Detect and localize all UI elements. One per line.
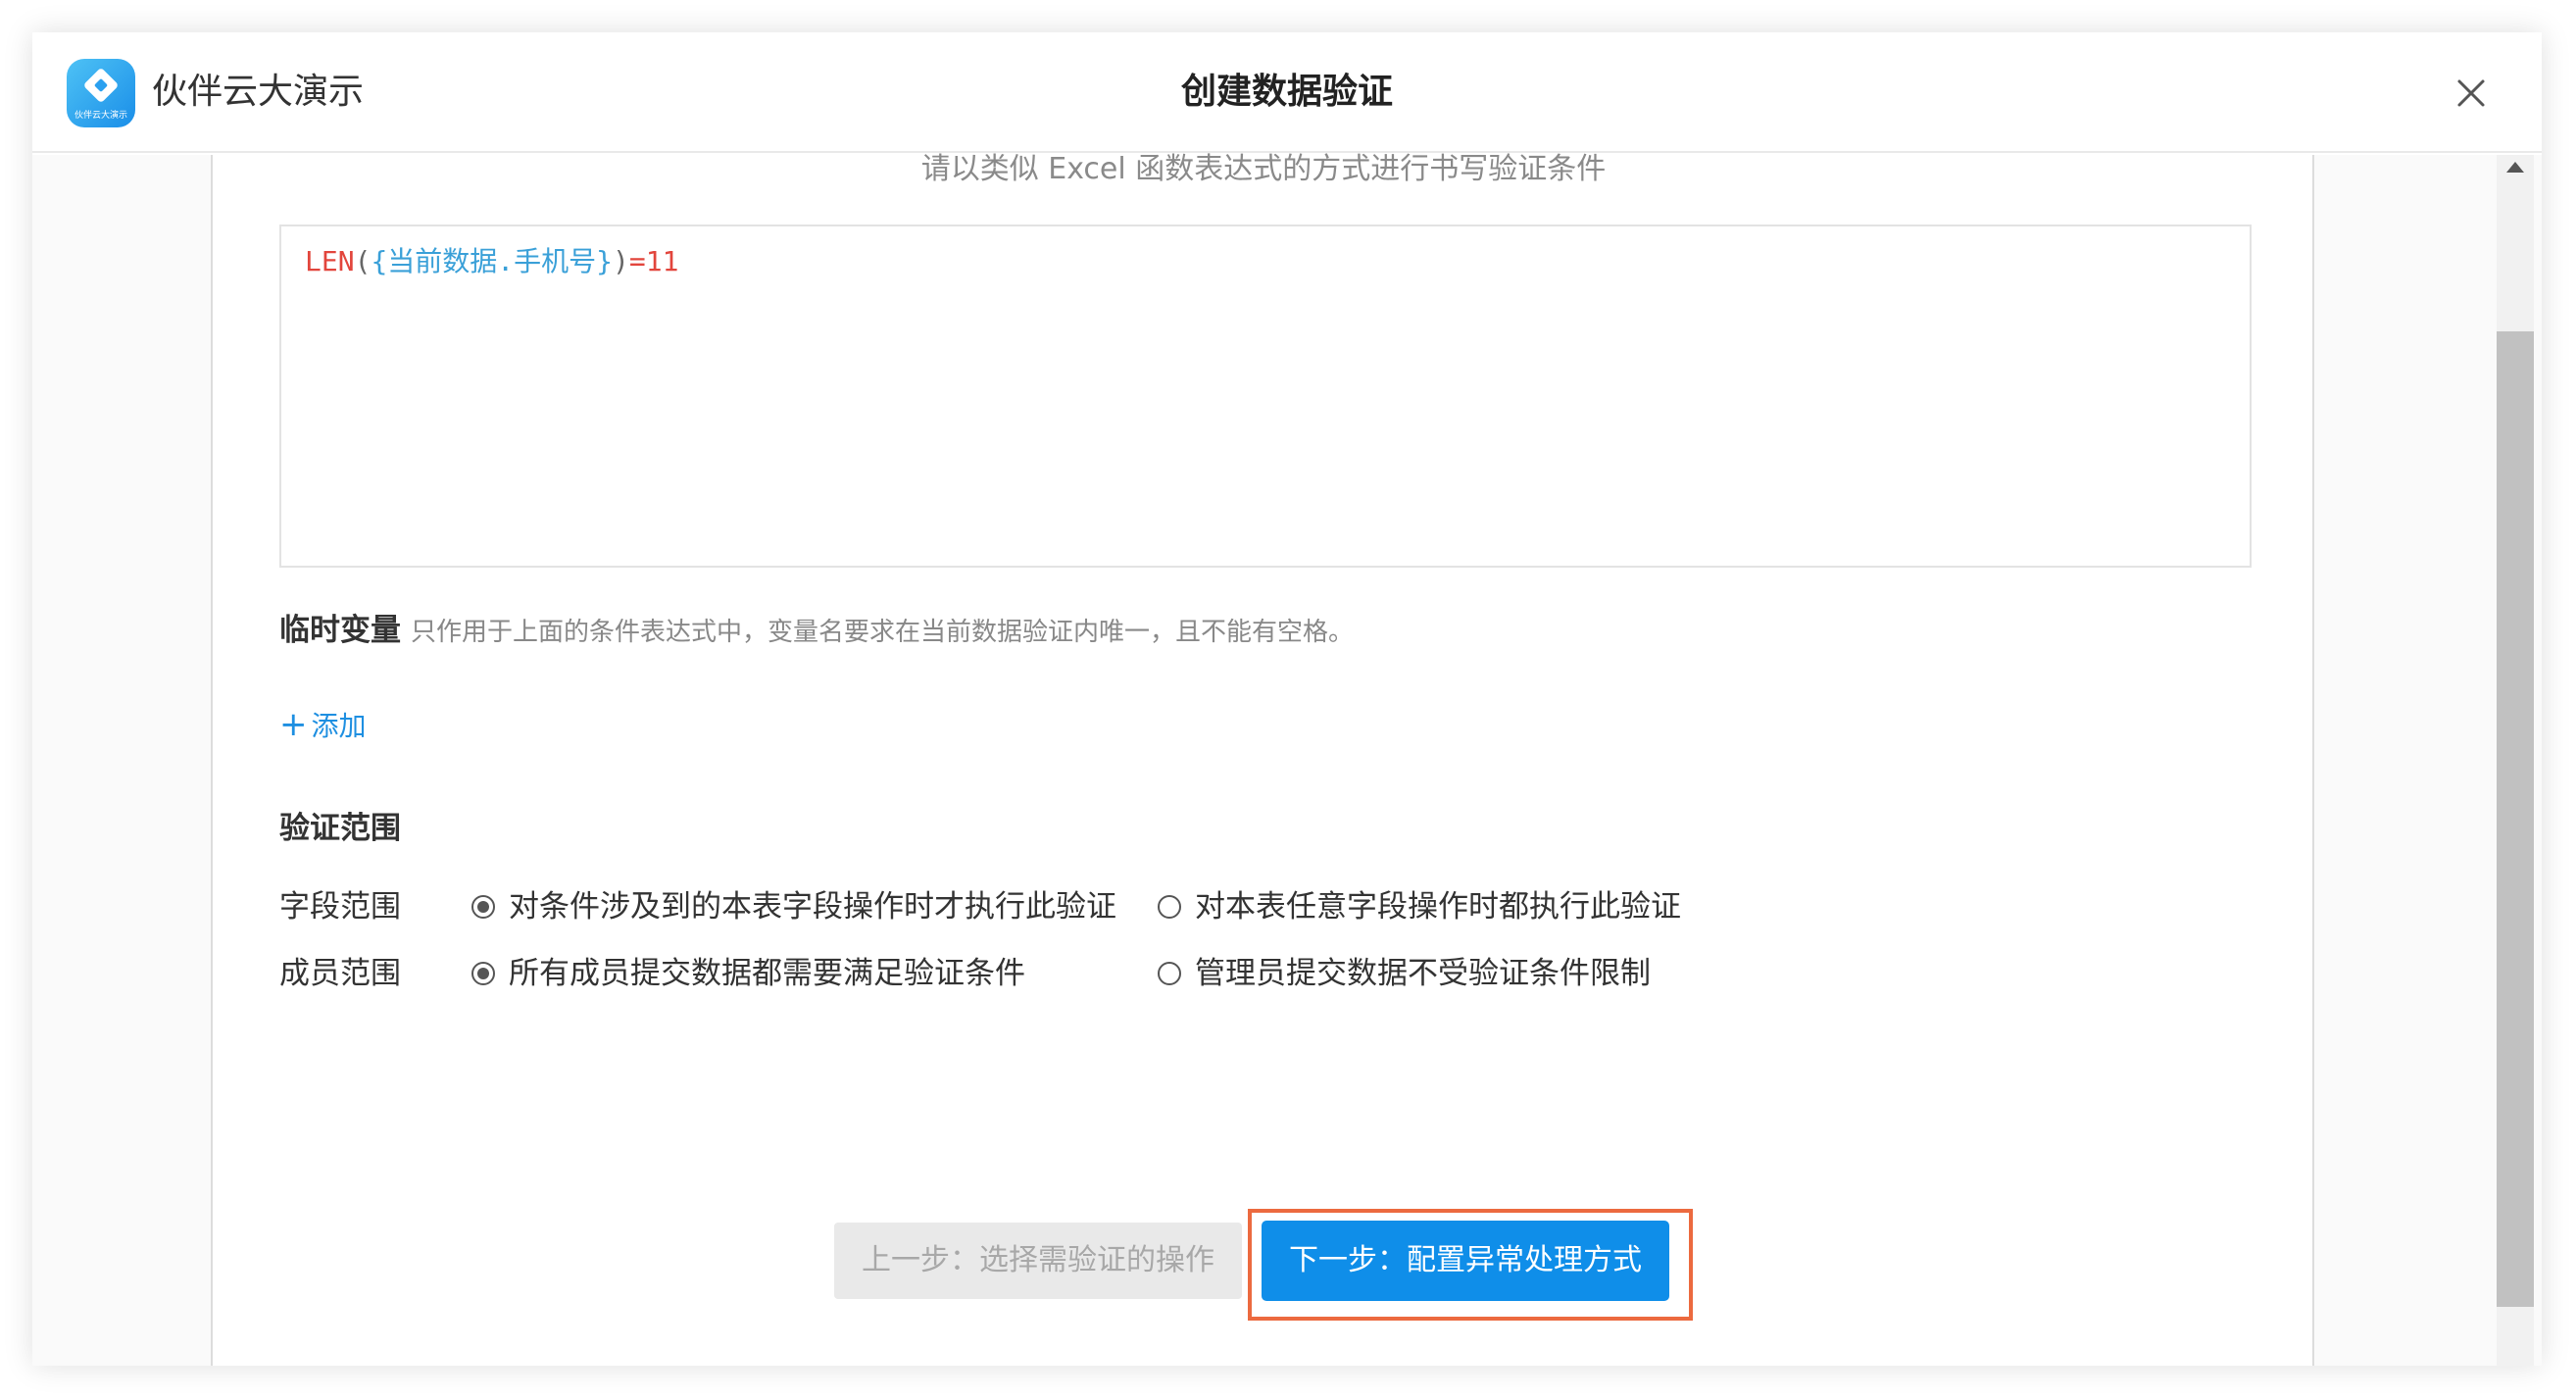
member-scope-option-all[interactable]: 所有成员提交数据都需要满足验证条件 [471, 952, 1025, 995]
left-gutter [32, 155, 213, 1366]
close-icon[interactable] [2452, 74, 2491, 113]
radio-unselected-icon [1158, 895, 1181, 919]
member-scope-option-admin-exempt[interactable]: 管理员提交数据不受验证条件限制 [1158, 952, 1651, 995]
formula-paren-close: ) [613, 245, 629, 277]
previous-step-button[interactable]: 上一步：选择需验证的操作 [834, 1223, 1242, 1299]
radio-label: 对条件涉及到的本表字段操作时才执行此验证 [509, 889, 1116, 925]
next-step-button[interactable]: 下一步：配置异常处理方式 [1262, 1221, 1669, 1301]
plus-icon: + [279, 705, 308, 744]
radio-unselected-icon [1158, 962, 1181, 985]
add-variable-label: 添加 [311, 710, 367, 742]
member-scope-label: 成员范围 [279, 956, 401, 991]
add-variable-button[interactable]: + 添加 [279, 705, 367, 746]
radio-label: 所有成员提交数据都需要满足验证条件 [509, 956, 1025, 991]
formula-editor[interactable]: LEN({当前数据.手机号})=11 [279, 225, 2252, 568]
formula-field-reference: 当前数据.手机号 [387, 245, 597, 277]
formula-operator: =11 [628, 245, 679, 277]
radio-label: 管理员提交数据不受验证条件限制 [1195, 956, 1651, 991]
formula-text: LEN({当前数据.手机号})=11 [305, 242, 678, 281]
formula-paren-open: ( [354, 245, 372, 277]
scrollbar-thumb[interactable] [2497, 331, 2534, 1307]
radio-selected-icon [471, 895, 495, 919]
temp-vars-description: 只作用于上面的条件表达式中，变量名要求在当前数据验证内唯一，且不能有空格。 [411, 618, 1355, 647]
dialog-header: 伙伴云大演示 伙伴云大演示 创建数据验证 [32, 32, 2542, 153]
field-scope-option-involved[interactable]: 对条件涉及到的本表字段操作时才执行此验证 [471, 885, 1116, 928]
field-scope-label: 字段范围 [279, 889, 401, 925]
dialog-title: 创建数据验证 [1180, 72, 1393, 112]
formula-brace-open: { [371, 245, 388, 277]
radio-label: 对本表任意字段操作时都执行此验证 [1195, 889, 1681, 925]
scope-title: 验证范围 [279, 811, 401, 846]
temp-vars-title: 临时变量 [279, 613, 401, 648]
formula-hint: 请以类似 Excel 函数表达式的方式进行书写验证条件 [920, 152, 1607, 186]
field-scope-option-any[interactable]: 对本表任意字段操作时都执行此验证 [1158, 885, 1681, 928]
formula-function: LEN [305, 245, 355, 277]
radio-selected-icon [471, 962, 495, 985]
scroll-up-arrow-icon[interactable] [2506, 162, 2524, 173]
dialog-window: 伙伴云大演示 伙伴云大演示 创建数据验证 请以类似 Excel 函数表达式的方式… [32, 32, 2542, 1366]
formula-brace-close: } [596, 245, 614, 277]
